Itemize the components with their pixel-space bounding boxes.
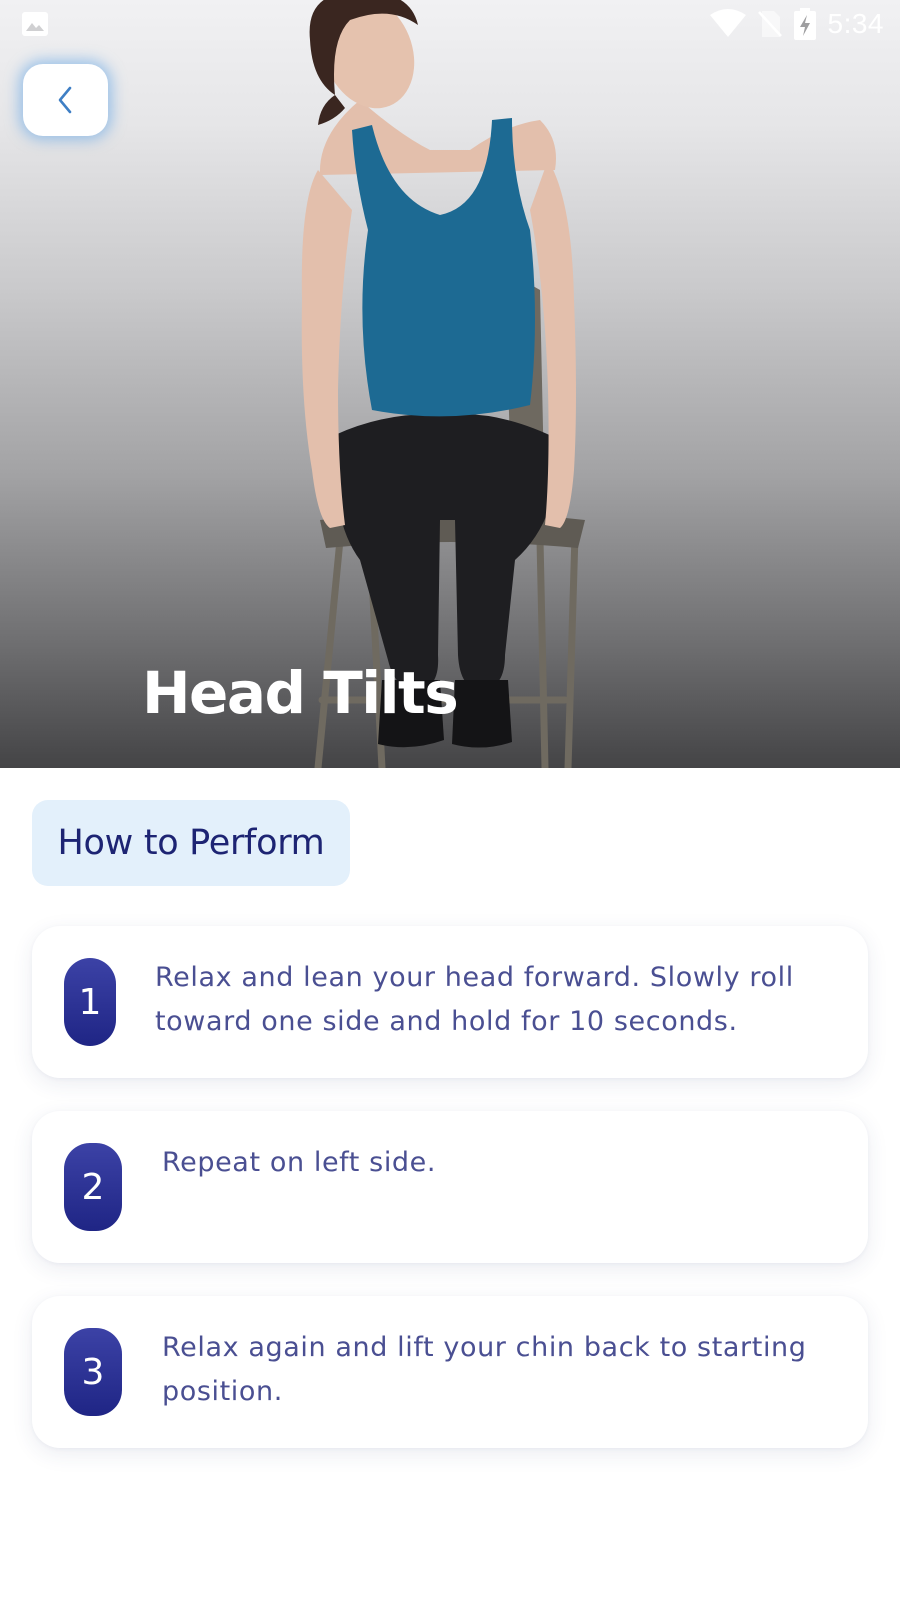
back-button[interactable] <box>23 64 108 136</box>
wifi-icon <box>709 9 746 37</box>
status-bar: 5:34 <box>0 0 900 48</box>
step-instruction-text: Relax again and lift your chin back to s… <box>162 1332 807 1407</box>
exercise-hero-image: 5:34 Head Tilts <box>0 0 900 768</box>
status-time: 5:34 <box>827 8 884 39</box>
step-number-badge: 2 <box>64 1143 122 1231</box>
exercise-demo-illustration <box>301 0 585 768</box>
step-card-2: 2 Repeat on left side. <box>32 1111 868 1263</box>
step-instruction-text: Relax and lean your head forward. Slowly… <box>155 962 794 1037</box>
step-number-badge: 3 <box>64 1328 122 1416</box>
battery-charging-icon <box>793 8 816 40</box>
exercise-title: Head Tilts <box>142 659 459 727</box>
gallery-icon <box>22 12 48 36</box>
step-number-badge: 1 <box>64 958 116 1046</box>
how-to-perform-label: How to Perform <box>57 823 325 863</box>
chevron-left-icon <box>58 86 71 114</box>
how-to-perform-tab[interactable]: How to Perform <box>32 800 350 886</box>
no-sim-icon <box>757 11 782 37</box>
step-card-3: 3 Relax again and lift your chin back to… <box>32 1296 868 1448</box>
step-instruction-text: Repeat on left side. <box>162 1147 437 1178</box>
step-card-1: 1 Relax and lean your head forward. Slow… <box>32 926 868 1078</box>
